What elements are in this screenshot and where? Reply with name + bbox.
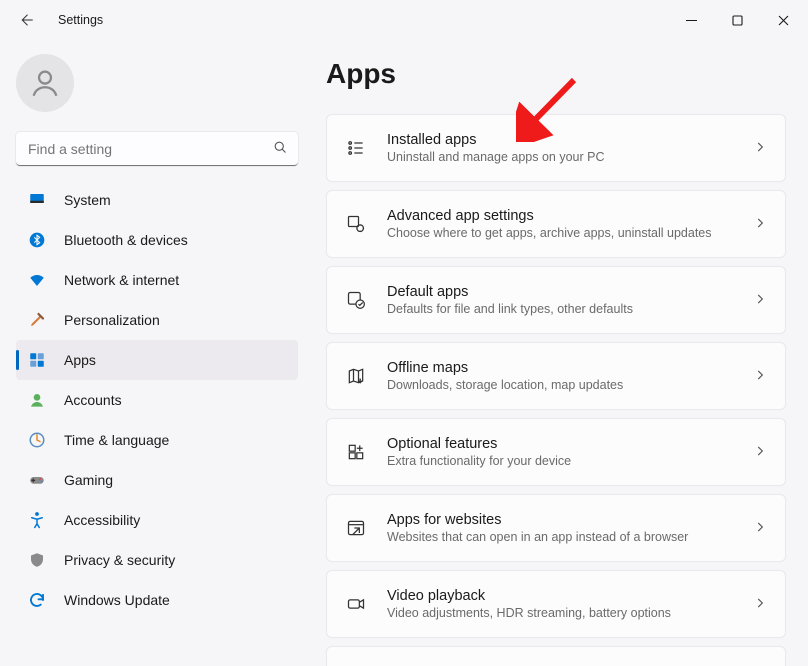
card-subtitle: Extra functionality for your device [387,454,733,468]
nav-bluetooth[interactable]: Bluetooth & devices [16,220,298,260]
nav-label: Personalization [64,312,160,328]
chevron-right-icon [753,444,767,461]
card-subtitle: Websites that can open in an app instead… [387,530,733,544]
page-title: Apps [326,58,786,90]
account-row[interactable] [16,50,298,126]
search-icon [273,140,288,158]
window-title: Settings [58,13,103,27]
nav-windows-update[interactable]: Windows Update [16,580,298,620]
nav-label: Gaming [64,472,113,488]
wifi-icon [28,271,46,289]
map-icon [345,366,367,386]
maximize-button[interactable] [714,0,760,40]
card-subtitle: Video adjustments, HDR streaming, batter… [387,606,733,620]
person-icon [28,66,62,100]
main-content: Apps Installed apps Uninstall and manage… [310,40,808,666]
nav-label: Apps [64,352,96,368]
card-advanced-app-settings[interactable]: Advanced app settings Choose where to ge… [326,190,786,258]
close-button[interactable] [760,0,806,40]
default-apps-icon [345,290,367,310]
chevron-right-icon [753,292,767,309]
card-subtitle: Defaults for file and link types, other … [387,302,733,316]
search-input[interactable] [16,132,298,166]
title-bar: Settings [0,0,808,40]
nav-personalization[interactable]: Personalization [16,300,298,340]
card-title: Installed apps [387,132,733,148]
card-title: Default apps [387,284,733,300]
chevron-right-icon [753,520,767,537]
nav-privacy-security[interactable]: Privacy & security [16,540,298,580]
nav-accessibility[interactable]: Accessibility [16,500,298,540]
nav-gaming[interactable]: Gaming [16,460,298,500]
card-title: Advanced app settings [387,208,733,224]
chevron-right-icon [753,216,767,233]
nav-label: Time & language [64,432,169,448]
nav-label: Accessibility [64,512,140,528]
card-offline-maps[interactable]: Offline maps Downloads, storage location… [326,342,786,410]
maximize-icon [732,15,743,26]
card-subtitle: Downloads, storage location, map updates [387,378,733,392]
avatar [16,54,74,112]
card-title: Apps for websites [387,512,733,528]
accessibility-icon [28,511,46,529]
close-icon [778,15,789,26]
shield-icon [28,551,46,569]
chevron-right-icon [753,596,767,613]
nav-label: Accounts [64,392,122,408]
chevron-right-icon [753,140,767,157]
card-optional-features[interactable]: Optional features Extra functionality fo… [326,418,786,486]
card-installed-apps[interactable]: Installed apps Uninstall and manage apps… [326,114,786,182]
apps-websites-icon [345,518,367,538]
search-container [16,132,298,166]
minimize-button[interactable] [668,0,714,40]
nav-system[interactable]: System [16,180,298,220]
advanced-settings-icon [345,214,367,234]
card-video-playback[interactable]: Video playback Video adjustments, HDR st… [326,570,786,638]
nav-label: Windows Update [64,592,170,608]
card-subtitle: Choose where to get apps, archive apps, … [387,226,733,240]
optional-features-icon [345,442,367,462]
paintbrush-icon [28,311,46,329]
nav-label: Bluetooth & devices [64,232,188,248]
card-title: Video playback [387,588,733,604]
installed-apps-icon [345,138,367,158]
update-icon [28,591,46,609]
nav-label: System [64,192,111,208]
minimize-icon [686,15,697,26]
card-title: Optional features [387,436,733,452]
nav-time-language[interactable]: Time & language [16,420,298,460]
apps-icon [28,351,46,369]
clock-globe-icon [28,431,46,449]
settings-cards: Installed apps Uninstall and manage apps… [326,114,786,666]
nav-network[interactable]: Network & internet [16,260,298,300]
nav-accounts[interactable]: Accounts [16,380,298,420]
back-arrow-icon [17,11,35,29]
gamepad-icon [28,471,46,489]
card-title: Offline maps [387,360,733,376]
monitor-icon [28,191,46,209]
card-default-apps[interactable]: Default apps Defaults for file and link … [326,266,786,334]
nav-list: System Bluetooth & devices Network & int… [16,180,298,620]
card-subtitle: Uninstall and manage apps on your PC [387,150,733,164]
nav-label: Privacy & security [64,552,175,568]
accounts-icon [28,392,46,408]
sidebar: System Bluetooth & devices Network & int… [0,40,310,666]
video-icon [345,594,367,614]
nav-label: Network & internet [64,272,179,288]
bluetooth-icon [28,232,46,248]
back-button[interactable] [10,4,42,36]
nav-apps[interactable]: Apps [16,340,298,380]
chevron-right-icon [753,368,767,385]
card-apps-for-websites[interactable]: Apps for websites Websites that can open… [326,494,786,562]
card-startup[interactable]: Startup Apps that start automatically wh… [326,646,786,666]
